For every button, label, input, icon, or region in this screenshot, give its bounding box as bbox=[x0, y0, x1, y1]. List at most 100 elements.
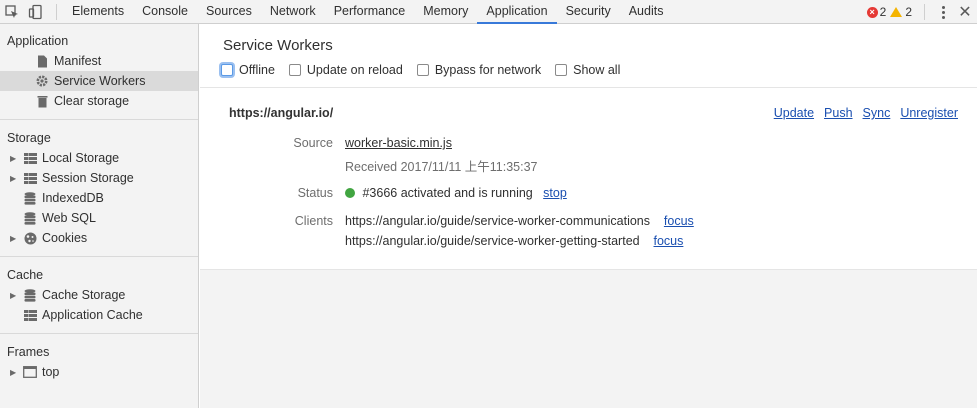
stop-link[interactable]: stop bbox=[543, 186, 567, 200]
tab-sources[interactable]: Sources bbox=[197, 0, 261, 24]
sidebar-divider bbox=[0, 256, 198, 257]
received-timestamp: Received 2017/11/11 上午11:35:37 bbox=[345, 160, 538, 174]
option-label: Update on reload bbox=[306, 63, 403, 77]
update-on-reload-option[interactable]: Update on reload bbox=[288, 63, 403, 77]
panel-tabs: Elements Console Sources Network Perform… bbox=[63, 0, 672, 24]
expand-arrow-icon[interactable]: ▶ bbox=[10, 234, 22, 243]
expand-arrow-icon[interactable]: ▶ bbox=[10, 154, 22, 163]
sidebar-item-label: Service Workers bbox=[54, 74, 146, 88]
sidebar-divider bbox=[0, 119, 198, 120]
show-all-option[interactable]: Show all bbox=[555, 63, 620, 77]
tab-performance[interactable]: Performance bbox=[325, 0, 415, 24]
sidebar-item-frame-top[interactable]: ▶ top bbox=[0, 362, 198, 382]
sidebar-item-clear-storage[interactable]: Clear storage bbox=[0, 91, 198, 111]
warning-counter[interactable]: 2 bbox=[890, 5, 912, 19]
grid-icon bbox=[22, 151, 38, 165]
sidebar-item-label: Session Storage bbox=[42, 171, 134, 185]
show-all-checkbox[interactable] bbox=[555, 64, 568, 76]
clients-row: Clients https://angular.io/guide/service… bbox=[200, 214, 977, 234]
sidebar-item-local-storage[interactable]: ▶ Local Storage bbox=[0, 148, 198, 168]
update-link[interactable]: Update bbox=[774, 106, 814, 120]
sync-link[interactable]: Sync bbox=[863, 106, 891, 120]
tab-application[interactable]: Application bbox=[477, 0, 557, 24]
tab-security[interactable]: Security bbox=[557, 0, 620, 24]
client-item: https://angular.io/guide/service-worker-… bbox=[345, 234, 683, 248]
sidebar-item-label: Cache Storage bbox=[42, 288, 126, 302]
tab-elements[interactable]: Elements bbox=[63, 0, 133, 24]
client-url: https://angular.io/guide/service-worker-… bbox=[345, 234, 640, 248]
status-running-icon bbox=[345, 188, 355, 198]
push-link[interactable]: Push bbox=[824, 106, 853, 120]
database-icon bbox=[22, 288, 38, 302]
source-file-link[interactable]: worker-basic.min.js bbox=[345, 136, 452, 150]
expand-arrow-icon[interactable]: ▶ bbox=[10, 368, 22, 377]
sidebar-item-label: IndexedDB bbox=[42, 191, 104, 205]
toolbar-divider bbox=[924, 4, 925, 20]
focus-link[interactable]: focus bbox=[664, 214, 694, 228]
cookie-icon bbox=[22, 231, 38, 245]
toolbar-divider bbox=[56, 3, 57, 20]
sidebar-item-application-cache[interactable]: Application Cache bbox=[0, 305, 198, 325]
sidebar-item-indexeddb[interactable]: IndexedDB bbox=[0, 188, 198, 208]
section-title-frames: Frames bbox=[7, 345, 50, 359]
grid-icon bbox=[22, 171, 38, 185]
warning-count: 2 bbox=[905, 5, 912, 19]
grid-icon bbox=[22, 308, 38, 322]
service-worker-origin-row: https://angular.io/ Update Push Sync Unr… bbox=[200, 88, 977, 120]
status-text: #3666 activated and is running bbox=[362, 186, 533, 200]
error-count: 2 bbox=[879, 5, 887, 19]
database-icon bbox=[22, 211, 38, 225]
application-sidebar: Application Manifest Service Workers Cle… bbox=[0, 24, 199, 408]
gear-icon bbox=[34, 74, 50, 88]
sidebar-item-cache-storage[interactable]: ▶ Cache Storage bbox=[0, 285, 198, 305]
status-row: Status #3666 activated and is running st… bbox=[200, 186, 977, 206]
focus-link[interactable]: focus bbox=[654, 234, 684, 248]
sidebar-item-session-storage[interactable]: ▶ Session Storage bbox=[0, 168, 198, 188]
expand-arrow-icon[interactable]: ▶ bbox=[10, 174, 22, 183]
error-counter[interactable]: × 2 bbox=[866, 5, 887, 19]
status-label: Status bbox=[297, 186, 333, 200]
update-on-reload-checkbox[interactable] bbox=[288, 64, 301, 76]
option-label: Bypass for network bbox=[434, 63, 542, 77]
service-workers-panel: Service Workers Offline Update on reload… bbox=[200, 24, 977, 408]
service-workers-content: Service Workers Offline Update on reload… bbox=[200, 24, 977, 270]
client-url: https://angular.io/guide/service-worker-… bbox=[345, 214, 650, 228]
option-label: Show all bbox=[573, 63, 621, 77]
service-worker-options: Offline Update on reload Bypass for netw… bbox=[221, 63, 977, 77]
close-icon[interactable]: ✕ bbox=[953, 0, 977, 24]
offline-checkbox[interactable] bbox=[221, 64, 233, 76]
tab-console[interactable]: Console bbox=[133, 0, 197, 24]
section-title-storage: Storage bbox=[7, 131, 51, 145]
service-worker-origin: https://angular.io/ bbox=[229, 106, 334, 120]
expand-arrow-icon[interactable]: ▶ bbox=[10, 291, 22, 300]
bypass-for-network-checkbox[interactable] bbox=[416, 64, 429, 76]
sidebar-item-label: Manifest bbox=[54, 54, 102, 68]
page-title: Service Workers bbox=[223, 37, 333, 54]
devtools-toolbar: Elements Console Sources Network Perform… bbox=[0, 0, 977, 24]
document-icon bbox=[34, 54, 50, 68]
tab-memory[interactable]: Memory bbox=[414, 0, 477, 24]
sidebar-item-label: Local Storage bbox=[42, 151, 120, 165]
service-workers-header: Service Workers Offline Update on reload… bbox=[200, 24, 977, 88]
unregister-link[interactable]: Unregister bbox=[900, 106, 958, 120]
sidebar-item-label: top bbox=[42, 365, 60, 379]
bypass-for-network-option[interactable]: Bypass for network bbox=[416, 63, 542, 77]
section-title-cache: Cache bbox=[7, 268, 44, 282]
sidebar-item-web-sql[interactable]: Web SQL bbox=[0, 208, 198, 228]
device-toolbar-icon[interactable] bbox=[24, 0, 48, 24]
client-item: https://angular.io/guide/service-worker-… bbox=[345, 214, 694, 228]
tab-network[interactable]: Network bbox=[261, 0, 325, 24]
sidebar-item-cookies[interactable]: ▶ Cookies bbox=[0, 228, 198, 248]
sidebar-item-service-workers[interactable]: Service Workers bbox=[0, 71, 198, 91]
clients-label: Clients bbox=[294, 214, 333, 228]
tab-audits[interactable]: Audits bbox=[620, 0, 673, 24]
sidebar-item-manifest[interactable]: Manifest bbox=[0, 51, 198, 71]
source-label: Source bbox=[293, 136, 333, 150]
service-worker-details: Source worker-basic.min.js Received 2017… bbox=[200, 136, 977, 254]
error-icon: × bbox=[866, 6, 878, 18]
frame-icon bbox=[22, 365, 38, 379]
sidebar-item-label: Web SQL bbox=[42, 211, 96, 225]
offline-option[interactable]: Offline bbox=[221, 63, 275, 77]
inspect-element-icon[interactable] bbox=[0, 0, 24, 24]
more-options-icon[interactable] bbox=[933, 0, 953, 24]
